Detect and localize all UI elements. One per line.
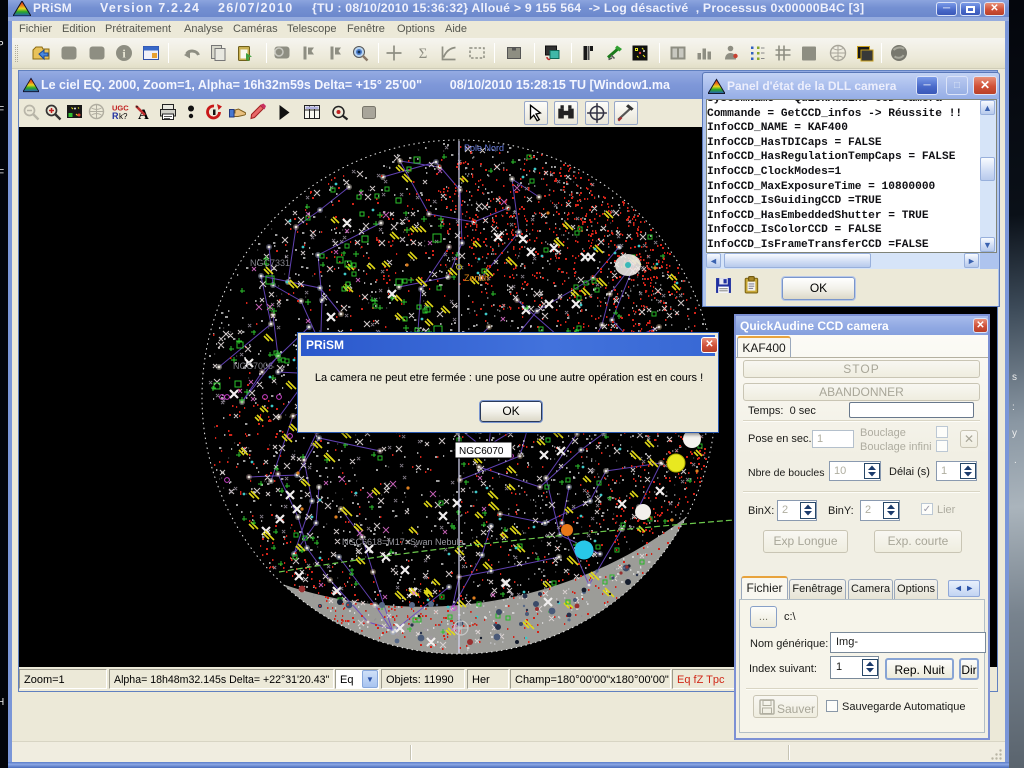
svg-text:k?: k? — [119, 112, 128, 121]
svg-text:R: R — [112, 111, 119, 121]
svg-text:NGC7331: NGC7331 — [250, 258, 290, 268]
svg-text:Σ: Σ — [419, 46, 428, 62]
svg-text:Pole Nord: Pole Nord — [464, 143, 504, 153]
svg-text:NGC6070: NGC6070 — [459, 446, 504, 457]
svg-text:NGC7006: NGC7006 — [233, 361, 273, 371]
svg-text:Zenith: Zenith — [464, 273, 489, 283]
svg-text:NGC6618=M17=Swan Nebula: NGC6618=M17=Swan Nebula — [342, 537, 464, 547]
